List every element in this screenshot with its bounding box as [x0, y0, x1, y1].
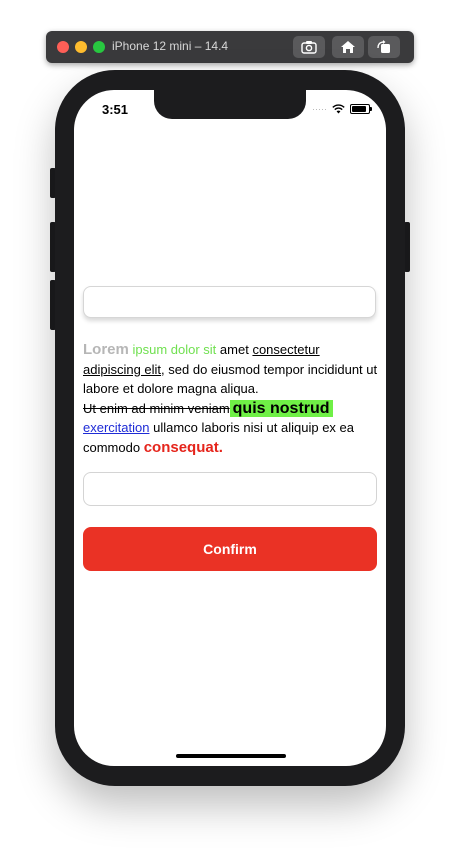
home-indicator[interactable]	[176, 754, 286, 758]
notch	[154, 90, 306, 119]
second-text-input[interactable]	[83, 472, 377, 506]
window-title: iPhone 12 mini – 14.4	[112, 39, 229, 53]
rich-text-red-bold: consequat.	[143, 438, 223, 456]
confirm-button[interactable]: Confirm	[83, 527, 377, 571]
rich-text-link[interactable]: exercitation	[83, 420, 149, 435]
device-screen: 3:51 ····· Lorem ipsum dolor sit amet co…	[74, 90, 386, 766]
rich-text-highlight: quis nostrud	[229, 399, 333, 417]
simulator-title-bar: iPhone 12 mini – 14.4	[46, 31, 414, 63]
rich-text-lorem: Lorem	[83, 341, 129, 358]
rich-text-ipsum: ipsum dolor sit	[132, 342, 217, 357]
status-indicators: ·····	[312, 104, 372, 114]
first-text-input[interactable]	[83, 286, 376, 318]
battery-icon	[350, 104, 372, 114]
rotate-icon	[377, 40, 390, 53]
rich-text-paragraph: Lorem ipsum dolor sit amet consectetur a…	[83, 340, 378, 457]
rich-text-strikethrough: Ut enim ad minim veniam	[83, 400, 230, 416]
status-time: 3:51	[102, 102, 129, 117]
home-icon	[341, 41, 355, 53]
home-button[interactable]	[332, 36, 364, 58]
signal-dots: ·····	[312, 104, 327, 114]
zoom-window-button[interactable]	[93, 41, 105, 53]
wifi-icon	[332, 104, 345, 114]
close-window-button[interactable]	[57, 41, 69, 53]
screenshot-button[interactable]	[293, 36, 325, 58]
screenshot-icon	[301, 41, 317, 54]
minimize-window-button[interactable]	[75, 41, 87, 53]
rotate-button[interactable]	[368, 36, 400, 58]
rich-text-amet: amet	[219, 342, 249, 357]
